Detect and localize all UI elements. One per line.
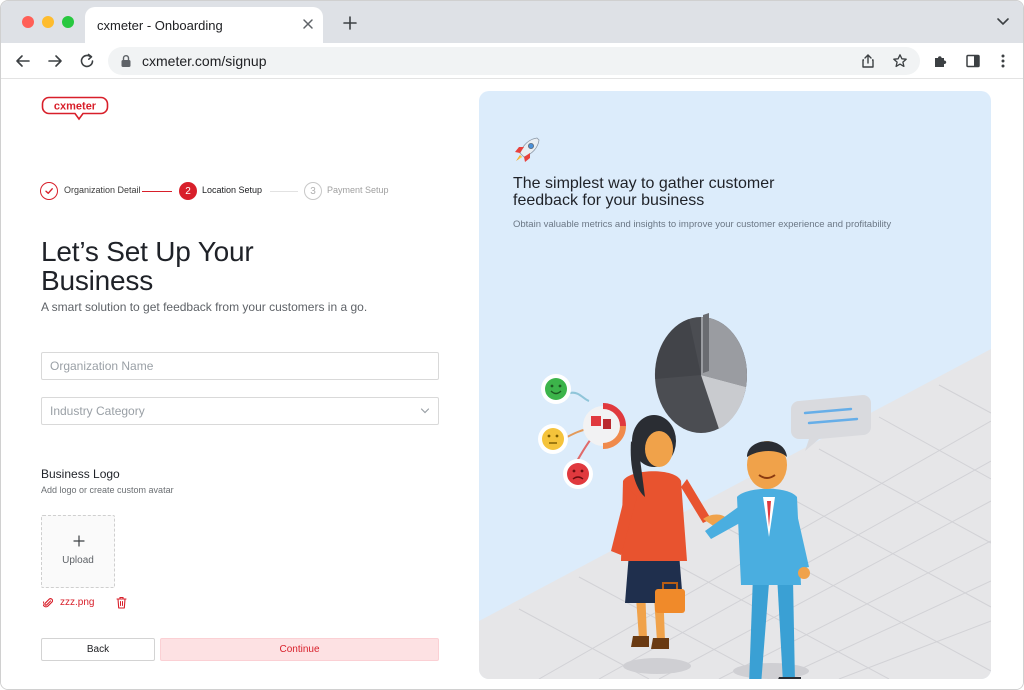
url-text[interactable]: cxmeter.com/signup — [142, 53, 267, 69]
business-logo-help: Add logo or create custom avatar — [41, 485, 174, 495]
share-icon[interactable] — [860, 53, 876, 69]
panel-subtitle: Obtain valuable metrics and insights to … — [513, 219, 892, 230]
organization-name-input[interactable] — [41, 352, 439, 380]
step-1-label: Organization Detail — [64, 185, 141, 195]
page-title-line-2: Business — [41, 265, 154, 296]
tab-bar: cxmeter - Onboarding — [1, 1, 1023, 43]
puzzle-icon[interactable] — [933, 53, 949, 69]
step-1-complete — [40, 182, 58, 200]
business-logo-title: Business Logo — [41, 467, 120, 481]
trash-icon[interactable] — [116, 596, 127, 609]
maximize-window-button[interactable] — [62, 16, 74, 28]
checkmark-icon — [45, 188, 53, 194]
onboarding-stepper: Organization Detail 2 Location Setup 3 P… — [40, 181, 400, 201]
step-3-label: Payment Setup — [327, 185, 389, 195]
logo-upload-button[interactable]: Upload — [41, 515, 115, 588]
step-2-label: Location Setup — [202, 185, 263, 195]
page-title-line-1: Let’s Set Up Your — [41, 236, 254, 267]
page-title: Let’s Set Up Your Business — [41, 237, 401, 295]
step-2-active: 2 — [179, 182, 197, 200]
plus-icon — [73, 535, 85, 547]
file-name-link[interactable]: zzz.png — [60, 597, 94, 608]
lock-icon[interactable] — [120, 54, 132, 68]
handshake-illustration — [479, 313, 991, 679]
panel-title: The simplest way to gather customer feed… — [513, 175, 833, 209]
browser-toolbar: cxmeter.com/signup — [1, 43, 1023, 79]
rating-emojis — [538, 374, 626, 489]
address-bar[interactable]: cxmeter.com/signup — [108, 47, 920, 75]
browser-window: cxmeter - Onboarding cxmeter.com/signup … — [0, 0, 1024, 690]
cxmeter-logo: cxmeter — [41, 96, 109, 121]
arrow-right-icon[interactable] — [46, 52, 64, 70]
tab-title: cxmeter - Onboarding — [97, 18, 223, 33]
promo-panel: The simplest way to gather customer feed… — [479, 91, 991, 679]
tab-onboarding[interactable]: cxmeter - Onboarding — [85, 7, 323, 43]
side-panel-icon[interactable] — [965, 53, 981, 69]
upload-label: Upload — [62, 555, 94, 566]
continue-button[interactable]: Continue — [160, 638, 439, 661]
pie-chart-graphic — [654, 313, 747, 433]
back-button[interactable]: Back — [41, 638, 155, 661]
logo-text: cxmeter — [54, 101, 97, 113]
signup-page: cxmeter Organization Detail 2 Location S… — [1, 79, 1023, 689]
step-connector — [270, 191, 298, 192]
panel-title-line-1: The simplest way to gather customer — [513, 175, 775, 192]
close-icon[interactable] — [301, 17, 315, 31]
industry-category-select[interactable]: Industry Category — [41, 397, 439, 425]
step-connector — [142, 191, 172, 192]
chevron-down-icon — [420, 408, 430, 414]
step-3-pending: 3 — [304, 182, 322, 200]
minimize-window-button[interactable] — [42, 16, 54, 28]
paperclip-icon — [43, 598, 53, 608]
page-subtitle: A smart solution to get feedback from yo… — [41, 300, 368, 314]
uploaded-file: zzz.png — [41, 595, 161, 611]
star-icon[interactable] — [892, 53, 908, 69]
chevron-down-icon[interactable] — [996, 17, 1010, 27]
new-tab-icon[interactable] — [341, 14, 359, 32]
kebab-menu-icon[interactable] — [995, 53, 1011, 69]
panel-title-line-2: feedback for your business — [513, 192, 705, 209]
arrow-left-icon[interactable] — [14, 52, 32, 70]
reload-icon[interactable] — [78, 52, 96, 70]
close-window-button[interactable] — [22, 16, 34, 28]
industry-category-placeholder: Industry Category — [50, 404, 145, 418]
rocket-icon — [515, 137, 540, 162]
